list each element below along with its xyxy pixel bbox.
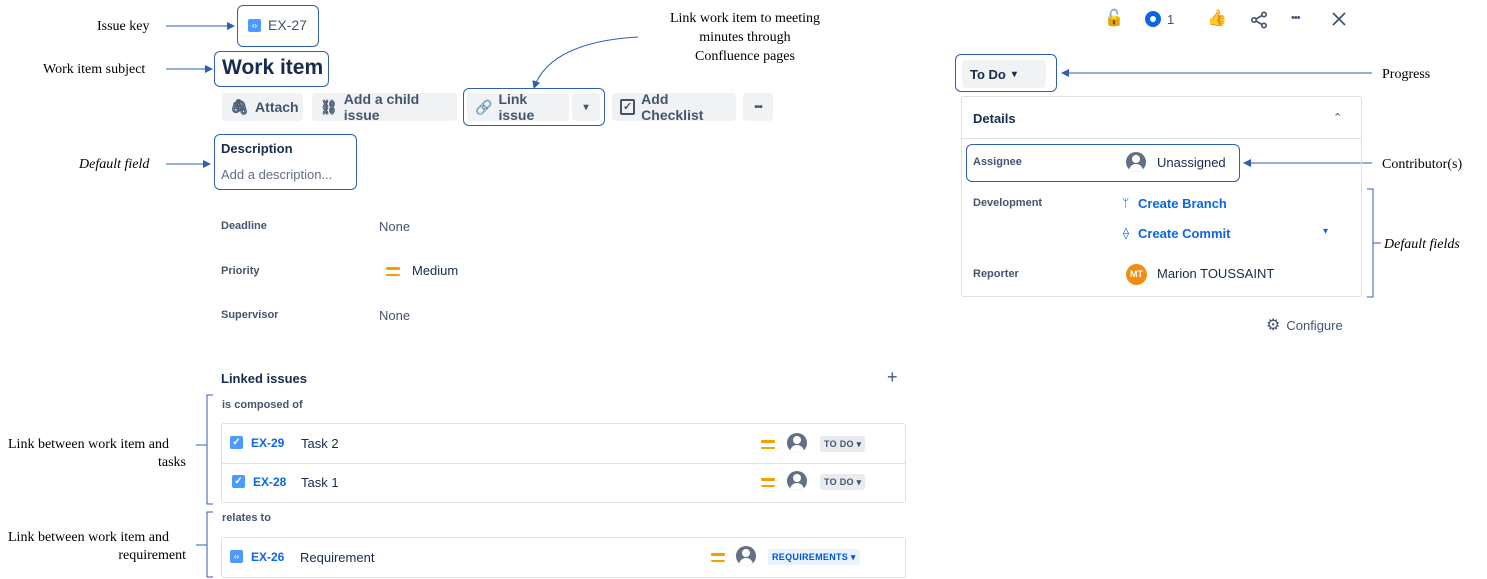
priority-medium-icon <box>761 440 775 449</box>
assignee-label: Assignee <box>973 156 1022 168</box>
avatar <box>736 546 756 566</box>
description-label: Description <box>221 141 293 156</box>
chevron-down-icon: ▾ <box>583 101 589 113</box>
link-issue-label: Link issue <box>498 91 535 123</box>
description-field[interactable]: Add a description... <box>221 167 332 182</box>
create-branch-link[interactable]: Create Branch <box>1138 196 1227 211</box>
link-icon: 🔗 <box>475 98 493 115</box>
task-icon: ✓ <box>230 436 243 449</box>
checkbox-icon: ✓ <box>620 99 636 115</box>
add-child-label: Add a child issue <box>343 91 420 123</box>
group-label-composed: is composed of <box>222 399 303 411</box>
table-row[interactable]: ‹› EX-26 Requirement REQUIREMENTS ▾ <box>222 538 906 576</box>
hierarchy-icon: ⛓ <box>320 98 338 115</box>
status-badge[interactable]: REQUIREMENTS ▾ <box>768 549 860 565</box>
issue-link-title[interactable]: Task 1 <box>301 475 339 490</box>
watch-count: 1 <box>1167 11 1175 27</box>
gear-icon: ⚙ <box>1266 317 1281 334</box>
group-label-relates: relates to <box>222 512 271 524</box>
link-issue-button[interactable]: 🔗 Link issue <box>467 91 569 123</box>
thumbs-up-icon[interactable]: 👍 <box>1207 11 1227 27</box>
commit-icon: ⟠ <box>1123 226 1129 240</box>
chevron-down-icon[interactable]: ▾ <box>1323 226 1328 237</box>
issue-link-key[interactable]: EX-29 <box>251 436 284 450</box>
add-child-issue-button[interactable]: ⛓ Add a child issue <box>312 91 457 123</box>
status-button[interactable]: To Do ▾ <box>962 60 1046 88</box>
add-checklist-label: Add Checklist <box>641 91 704 123</box>
details-heading[interactable]: Details <box>973 111 1016 126</box>
task-icon: ✓ <box>232 475 245 488</box>
priority-medium-icon <box>711 553 725 562</box>
chevron-up-icon[interactable]: ⌃ <box>1333 111 1342 124</box>
issue-link-title[interactable]: Task 2 <box>301 436 339 451</box>
priority-medium-icon <box>761 478 775 487</box>
eye-icon <box>1145 11 1161 27</box>
attach-button[interactable]: 🖇 Attach <box>222 93 303 121</box>
development-label: Development <box>973 197 1043 209</box>
priority-medium-icon <box>386 267 400 276</box>
status-text: REQUIREMENTS <box>772 552 849 562</box>
assignee-avatar <box>1126 152 1146 172</box>
close-icon[interactable] <box>1331 11 1347 32</box>
paperclip-icon: 🖇 <box>230 99 250 116</box>
linked-issues-heading: Linked issues <box>221 371 307 386</box>
table-row[interactable]: ✓ EX-28 Task 1 TO DO ▾ <box>222 463 906 501</box>
priority-value[interactable]: Medium <box>412 263 458 278</box>
issue-type-icon: ‹› <box>248 19 261 32</box>
issue-link-title[interactable]: Requirement <box>300 550 374 565</box>
requirement-icon: ‹› <box>230 550 243 563</box>
status-text: TO DO <box>824 439 854 449</box>
avatar <box>787 471 807 491</box>
issue-key[interactable]: EX-27 <box>268 17 307 33</box>
reporter-avatar: MT <box>1126 264 1147 285</box>
issue-link-key[interactable]: EX-26 <box>251 550 284 564</box>
priority-label: Priority <box>221 265 260 277</box>
details-divider <box>962 138 1361 139</box>
supervisor-label: Supervisor <box>221 309 279 321</box>
table-row[interactable]: ✓ EX-29 Task 2 TO DO ▾ <box>222 424 906 462</box>
reporter-initials: MT <box>1130 269 1143 279</box>
status-text: TO DO <box>824 477 854 487</box>
lock-icon[interactable]: 🔓 <box>1104 11 1124 27</box>
more-icon: ••• <box>754 101 762 113</box>
avatar <box>787 433 807 453</box>
share-icon[interactable] <box>1250 11 1268 34</box>
configure-button[interactable]: ⚙ Configure <box>1266 315 1343 335</box>
status-badge[interactable]: TO DO ▾ <box>820 436 866 452</box>
deadline-label: Deadline <box>221 220 267 232</box>
chevron-down-icon: ▾ <box>1011 68 1017 80</box>
page-title[interactable]: Work item <box>222 56 323 80</box>
supervisor-value[interactable]: None <box>379 308 410 323</box>
status-button-label: To Do <box>970 66 1006 82</box>
add-link-button[interactable]: + <box>887 367 898 388</box>
more-actions-button[interactable]: ••• <box>743 93 773 121</box>
reporter-label: Reporter <box>973 268 1019 280</box>
create-commit-link[interactable]: Create Commit <box>1138 226 1230 241</box>
link-issue-dropdown[interactable]: ▾ <box>572 93 600 121</box>
status-badge[interactable]: TO DO ▾ <box>820 474 866 490</box>
more-icon[interactable]: ••• <box>1291 12 1301 24</box>
issue-link-key[interactable]: EX-28 <box>253 475 286 489</box>
attach-label: Attach <box>255 99 299 115</box>
deadline-value[interactable]: None <box>379 219 410 234</box>
assignee-value[interactable]: Unassigned <box>1157 155 1226 170</box>
add-checklist-button[interactable]: ✓ Add Checklist <box>612 91 736 123</box>
reporter-value[interactable]: Marion TOUSSAINT <box>1157 266 1274 281</box>
configure-label: Configure <box>1286 317 1343 333</box>
branch-icon: ᛘ <box>1122 196 1130 210</box>
watch-button[interactable]: 1 <box>1145 11 1174 27</box>
